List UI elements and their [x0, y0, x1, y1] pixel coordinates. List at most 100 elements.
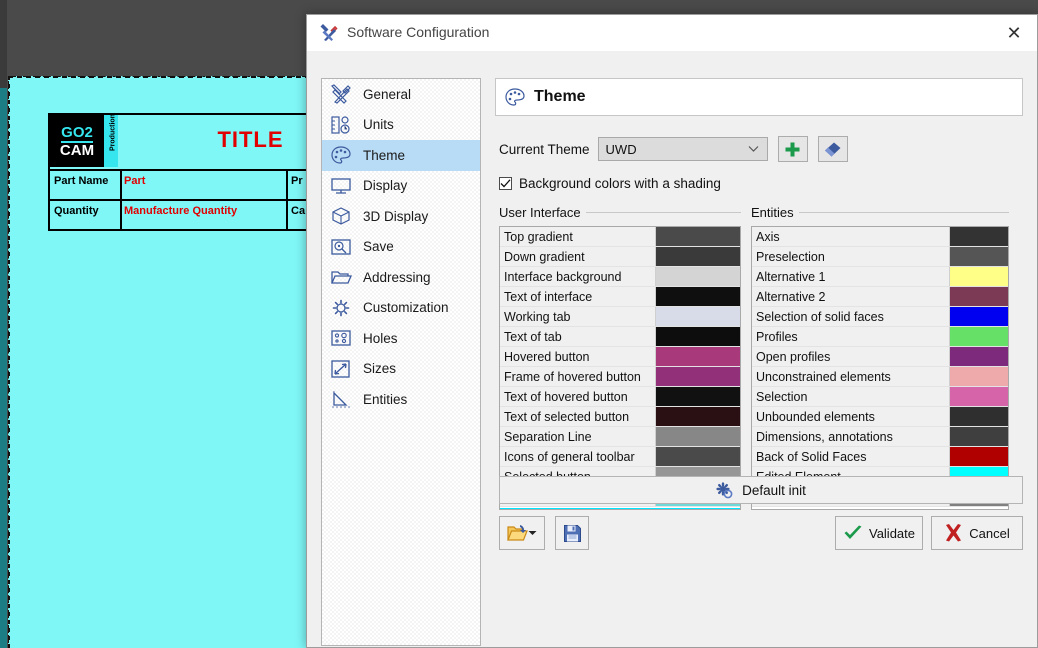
color-list-row[interactable]: Selection: [752, 387, 1008, 407]
color-swatch[interactable]: [656, 427, 740, 446]
sidebar-item-addressing[interactable]: Addressing: [322, 262, 480, 293]
color-row-label: Frame of hovered button: [500, 367, 656, 386]
color-list-row[interactable]: Separation Line: [500, 427, 740, 447]
color-list-row[interactable]: Back of Solid Faces: [752, 447, 1008, 467]
palette-icon: [504, 87, 526, 107]
cancel-button[interactable]: Cancel: [931, 516, 1023, 550]
color-list-row[interactable]: Icons of general toolbar: [500, 447, 740, 467]
software-configuration-dialog: Software Configuration ✕ General: [306, 14, 1038, 648]
arrow-diagonal-icon: [328, 357, 354, 381]
disk-icon: [328, 235, 354, 259]
color-swatch[interactable]: [950, 267, 1008, 286]
sidebar-item-theme[interactable]: Theme: [322, 140, 480, 171]
sidebar-item-entities[interactable]: Entities: [322, 384, 480, 415]
sidebar-item-label: General: [363, 87, 411, 102]
drawing-title-block: GO2 CAM Production TITLE Part Name Part …: [48, 113, 338, 231]
user-interface-group-title: User Interface: [499, 205, 586, 220]
add-theme-button[interactable]: [778, 136, 808, 162]
color-list-row[interactable]: Interface background: [500, 267, 740, 287]
cross-icon: [944, 524, 963, 542]
close-icon[interactable]: ✕: [991, 15, 1037, 51]
default-init-button[interactable]: Default init: [499, 476, 1023, 504]
entities-group-title: Entities: [751, 205, 799, 220]
color-list-row[interactable]: Down gradient: [500, 247, 740, 267]
color-swatch[interactable]: [656, 387, 740, 406]
color-swatch[interactable]: [950, 407, 1008, 426]
cancel-label: Cancel: [969, 526, 1009, 541]
validate-label: Validate: [869, 526, 915, 541]
color-list-row[interactable]: Open profiles: [752, 347, 1008, 367]
entities-color-list[interactable]: AxisPreselectionAlternative 1Alternative…: [751, 226, 1009, 510]
color-list-row[interactable]: Alternative 2: [752, 287, 1008, 307]
color-list-row[interactable]: Text of selected button: [500, 407, 740, 427]
color-row-label: Alternative 2: [752, 287, 950, 306]
color-list-row[interactable]: Working tab: [500, 307, 740, 327]
checkbox-shading[interactable]: [499, 177, 512, 190]
color-swatch[interactable]: [950, 447, 1008, 466]
color-swatch[interactable]: [950, 287, 1008, 306]
color-swatch[interactable]: [656, 347, 740, 366]
color-list-row[interactable]: Selection of solid faces: [752, 307, 1008, 327]
color-swatch[interactable]: [656, 227, 740, 246]
sidebar-item-label: Save: [363, 239, 394, 254]
save-button[interactable]: [555, 516, 589, 550]
color-swatch[interactable]: [656, 367, 740, 386]
color-swatch[interactable]: [656, 287, 740, 306]
color-swatch[interactable]: [656, 407, 740, 426]
color-list-row[interactable]: Profiles: [752, 327, 1008, 347]
folder-icon: [328, 265, 354, 289]
sidebar-item-display[interactable]: Display: [322, 171, 480, 202]
color-swatch[interactable]: [950, 347, 1008, 366]
color-list-row[interactable]: Unbounded elements: [752, 407, 1008, 427]
color-list-row[interactable]: Frame of hovered button: [500, 367, 740, 387]
erase-theme-button[interactable]: [818, 136, 848, 162]
color-swatch[interactable]: [950, 247, 1008, 266]
color-swatch[interactable]: [656, 267, 740, 286]
dropdown-arrow-icon[interactable]: [528, 530, 537, 536]
color-swatch[interactable]: [950, 387, 1008, 406]
color-list-row[interactable]: Axis: [752, 227, 1008, 247]
sidebar-item-save[interactable]: Save: [322, 232, 480, 263]
validate-button[interactable]: Validate: [835, 516, 923, 550]
color-row-label: Text of selected button: [500, 407, 656, 426]
color-swatch[interactable]: [950, 367, 1008, 386]
color-row-label: Selection: [752, 387, 950, 406]
color-list-row[interactable]: Text of tab: [500, 327, 740, 347]
user-interface-color-list[interactable]: Top gradientDown gradientInterface backg…: [499, 226, 741, 510]
color-list-row[interactable]: Text of hovered button: [500, 387, 740, 407]
color-swatch[interactable]: [950, 427, 1008, 446]
sidebar-item-label: Customization: [363, 300, 449, 315]
color-list-row[interactable]: Text of interface: [500, 287, 740, 307]
open-button[interactable]: [499, 516, 545, 550]
color-swatch[interactable]: [950, 227, 1008, 246]
dialog-body: General Units: [307, 51, 1037, 647]
check-icon: [843, 525, 863, 542]
sidebar-item-holes[interactable]: Holes: [322, 323, 480, 354]
color-row-label: Axis: [752, 227, 950, 246]
title-block-col-2: [286, 169, 288, 229]
sidebar-item-units[interactable]: Units: [322, 110, 480, 141]
color-swatch[interactable]: [950, 307, 1008, 326]
color-swatch[interactable]: [656, 327, 740, 346]
color-list-row[interactable]: Hovered button: [500, 347, 740, 367]
color-list-row[interactable]: Dimensions, annotations: [752, 427, 1008, 447]
sidebar-item-3d-display[interactable]: 3D Display: [322, 201, 480, 232]
color-swatch[interactable]: [656, 447, 740, 466]
sidebar-item-label: 3D Display: [363, 209, 428, 224]
color-swatch[interactable]: [656, 247, 740, 266]
color-list-row[interactable]: Unconstrained elements: [752, 367, 1008, 387]
color-swatch[interactable]: [950, 327, 1008, 346]
color-swatch[interactable]: [656, 307, 740, 326]
sidebar-item-label: Holes: [363, 331, 398, 346]
list-empty-row: [752, 507, 1008, 510]
color-list-row[interactable]: Alternative 1: [752, 267, 1008, 287]
shading-checkbox-row[interactable]: Background colors with a shading: [499, 176, 721, 191]
shape-icon: [328, 387, 354, 411]
sidebar-item-general[interactable]: General: [322, 79, 480, 110]
sidebar-item-sizes[interactable]: Sizes: [322, 354, 480, 385]
color-row-label: Dimensions, annotations: [752, 427, 950, 446]
current-theme-select[interactable]: UWD: [598, 137, 768, 161]
color-list-row[interactable]: Preselection: [752, 247, 1008, 267]
color-list-row[interactable]: Top gradient: [500, 227, 740, 247]
sidebar-item-customization[interactable]: Customization: [322, 293, 480, 324]
